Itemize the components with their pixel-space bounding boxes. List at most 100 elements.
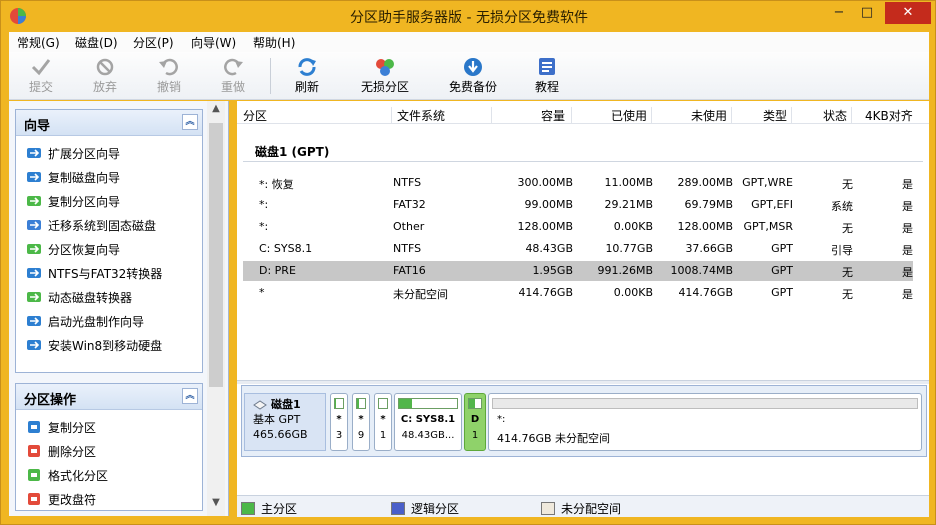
pane-splitter[interactable]	[237, 380, 929, 384]
ops-item-icon	[28, 469, 40, 481]
table-row[interactable]: *: 恢复 NTFS 300.00MB 11.00MB 289.00MB GPT,WRE 无…	[243, 173, 913, 193]
discard-button[interactable]: 放弃	[85, 56, 125, 95]
col-used[interactable]: 已使用	[611, 107, 647, 124]
menu-help[interactable]: 帮助(H)	[253, 34, 295, 51]
scroll-thumb[interactable]	[209, 123, 223, 387]
partition-block[interactable]: * 1	[374, 393, 392, 451]
scroll-down-icon[interactable]: ▼	[207, 497, 225, 515]
cell-status: 无	[842, 178, 853, 191]
refresh-icon	[298, 58, 316, 76]
refresh-button[interactable]: 刷新	[287, 56, 327, 95]
cell-used: 991.26MB	[597, 264, 653, 277]
free-backup-button[interactable]: 免费备份	[445, 56, 501, 95]
ops-item[interactable]: 更改盘符	[26, 490, 96, 508]
wizard-item-icon	[27, 292, 41, 302]
wizard-item[interactable]: 迁移系统到固态磁盘	[26, 216, 156, 234]
wizard-item-label: 启动光盘制作向导	[48, 314, 145, 329]
ops-item[interactable]: 复制分区	[26, 418, 96, 436]
menu-general[interactable]: 常规(G)	[17, 34, 60, 51]
sidebar-scrollbar[interactable]: ▲ ▼	[207, 101, 225, 516]
ops-item-label: 更改盘符	[48, 492, 97, 507]
table-row[interactable]: * 未分配空间 414.76GB 0.00KB 414.76GB GPT 无 是	[243, 283, 913, 303]
apply-button[interactable]: 提交	[21, 56, 61, 95]
wizard-item[interactable]: 复制分区向导	[26, 192, 120, 210]
wizard-item[interactable]: 复制磁盘向导	[26, 168, 120, 186]
lossless-partition-button[interactable]: 无损分区	[357, 56, 413, 95]
cell-free: 1008.74MB	[670, 264, 733, 277]
wizard-item[interactable]: 启动光盘制作向导	[26, 312, 144, 330]
usage-fill	[357, 399, 360, 408]
col-4k-align[interactable]: 4KB对齐	[865, 107, 913, 124]
menu-disk[interactable]: 磁盘(D)	[75, 34, 118, 51]
wizard-item-icon	[27, 316, 41, 326]
cell-type: GPT	[771, 264, 793, 277]
close-button[interactable]: ✕	[885, 2, 931, 24]
wizard-item[interactable]: 安装Win8到移动硬盘	[26, 336, 162, 354]
collapse-ops-button[interactable]: ︽	[182, 388, 198, 404]
col-type[interactable]: 类型	[763, 107, 787, 124]
wizard-item-label: 分区恢复向导	[48, 242, 121, 257]
wizard-item-icon	[27, 196, 41, 206]
wizard-panel-title: 向导	[24, 119, 51, 134]
table-row[interactable]: *: FAT32 99.00MB 29.21MB 69.79MB GPT,EFI 系统 是	[243, 195, 913, 215]
table-row[interactable]: D: PRE FAT16 1.95GB 991.26MB 1008.74MB GPT 无 是	[243, 261, 913, 281]
ops-item[interactable]: 格式化分区	[26, 466, 108, 484]
redo-button[interactable]: 重做	[213, 56, 253, 95]
ops-item-icon	[28, 421, 40, 433]
col-capacity[interactable]: 容量	[541, 107, 565, 124]
discard-label: 放弃	[92, 80, 117, 94]
cell-used: 11.00MB	[604, 176, 653, 189]
ops-panel-header: 分区操作 ︽	[16, 384, 202, 410]
wizard-item-label: NTFS与FAT32转换器	[48, 266, 163, 281]
wizard-item-label: 扩展分区向导	[48, 146, 121, 161]
partition-block[interactable]: * 9	[352, 393, 370, 451]
cell-free: 69.79MB	[684, 198, 733, 211]
free-backup-label: 免费备份	[448, 80, 497, 94]
collapse-wizard-button[interactable]: ︽	[182, 114, 198, 130]
wizard-item[interactable]: 分区恢复向导	[26, 240, 120, 258]
col-status[interactable]: 状态	[823, 107, 847, 124]
cell-status: 无	[842, 288, 853, 301]
backup-icon	[464, 58, 482, 76]
partition-block[interactable]: * 3	[330, 393, 348, 451]
disk-map-size: 465.66GB	[253, 428, 308, 441]
check-icon	[31, 59, 51, 76]
refresh-label: 刷新	[294, 80, 319, 94]
left-sidebar: 向导 ︽ 扩展分区向导 复制磁盘向导复制分区向导迁移系统到固态磁盘分区恢复向导 NT…	[9, 101, 229, 516]
scroll-up-icon[interactable]: ▲	[207, 103, 225, 121]
col-filesystem[interactable]: 文件系统	[397, 107, 445, 124]
wizard-item-icon	[27, 172, 41, 182]
lossless-partition-label: 无损分区	[360, 80, 409, 94]
partition-block[interactable]: D1	[464, 393, 486, 451]
table-row[interactable]: C: SYS8.1 NTFS 48.43GB 10.77GB 37.66GB GPT 引导 是	[243, 239, 913, 259]
maximize-button[interactable]: □	[853, 2, 881, 24]
block-detail: 1	[471, 430, 479, 441]
block-title: *	[358, 414, 364, 425]
ops-item[interactable]: 删除分区	[26, 442, 96, 460]
wizard-item[interactable]: NTFS与FAT32转换器	[26, 264, 162, 282]
menu-partition[interactable]: 分区(P)	[133, 34, 174, 51]
wizard-item-label: 复制磁盘向导	[48, 170, 121, 185]
cell-part: *:	[259, 198, 269, 211]
cell-cap: 48.43GB	[525, 242, 573, 255]
wizard-panel: 向导 ︽ 扩展分区向导 复制磁盘向导复制分区向导迁移系统到固态磁盘分区恢复向导 NT…	[15, 109, 203, 373]
cell-status: 系统	[831, 200, 853, 213]
col-divider	[851, 107, 852, 123]
wizard-item[interactable]: 动态磁盘转换器	[26, 288, 132, 306]
table-row[interactable]: *: Other 128.00MB 0.00KB 128.00MB GPT,MSR 无 是	[243, 217, 913, 237]
col-partition[interactable]: 分区	[243, 107, 267, 124]
wizard-item-icon	[27, 220, 41, 230]
partition-block[interactable]: *: 414.76GB 未分配空间	[488, 393, 922, 451]
partition-block[interactable]: C: SYS8.1 48.43GB...	[394, 393, 462, 451]
tutorial-button[interactable]: 教程	[527, 56, 567, 95]
apply-label: 提交	[28, 80, 53, 94]
undo-button[interactable]: 撤销	[149, 56, 189, 95]
wizard-item[interactable]: 扩展分区向导	[26, 144, 120, 162]
col-divider	[571, 107, 572, 123]
cell-free: 128.00MB	[677, 220, 733, 233]
col-unused[interactable]: 未使用	[691, 107, 727, 124]
minimize-button[interactable]: −	[825, 2, 853, 24]
menu-wizard[interactable]: 向导(W)	[191, 34, 236, 51]
disk-map-info[interactable]: 磁盘1 基本 GPT 465.66GB	[244, 393, 326, 451]
cell-status: 无	[842, 222, 853, 235]
